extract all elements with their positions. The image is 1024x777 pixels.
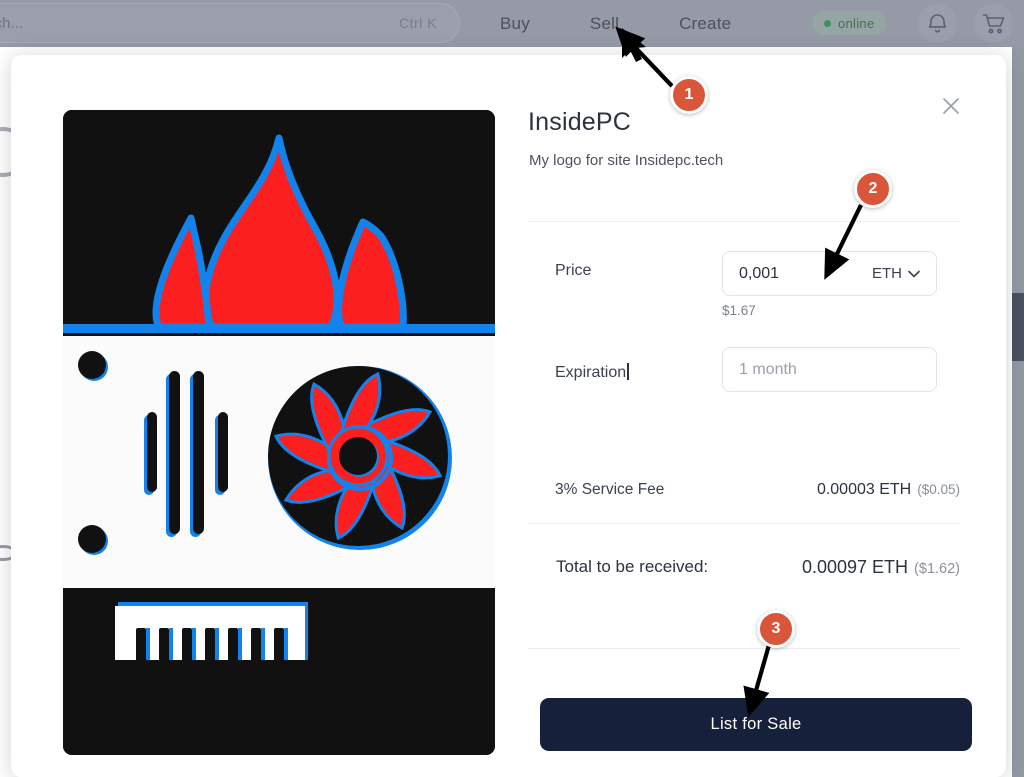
search-input[interactable]: Search... Ctrl K xyxy=(0,3,460,43)
total-values: 0.00097 ETH ($1.62) xyxy=(802,557,960,578)
page-title: InsidePC xyxy=(528,108,632,136)
status-dot-icon xyxy=(824,19,831,27)
listing-details-panel: InsidePC My logo for site Insidepc.tech … xyxy=(528,55,1006,777)
price-field[interactable]: 0,001 ETH xyxy=(722,251,937,296)
divider-top xyxy=(528,221,960,222)
annotation-marker-1: 1 xyxy=(670,76,708,114)
expiration-label-text: Expiration xyxy=(555,364,627,381)
page-scrollbar-thumb[interactable] xyxy=(1012,293,1024,361)
service-fee-amount: 0.00003 ETH xyxy=(816,481,912,498)
expiration-field[interactable]: 1 month xyxy=(722,347,937,392)
annotation-marker-3: 3 xyxy=(757,610,795,648)
divider-middle xyxy=(528,523,960,524)
status-badge-label: online xyxy=(838,15,875,31)
page-scrollbar-track[interactable] xyxy=(1012,47,1024,777)
currency-label: ETH xyxy=(872,265,902,282)
nav-sell[interactable]: Sell xyxy=(590,14,619,34)
service-fee-values: 0.00003 ETH ($0.05) xyxy=(817,481,960,499)
chevron-down-icon xyxy=(908,270,920,277)
divider-bottom xyxy=(528,648,960,649)
nav-buy[interactable]: Buy xyxy=(500,14,530,34)
expiration-label: Expiration xyxy=(555,363,629,382)
currency-selector[interactable]: ETH xyxy=(872,265,920,282)
total-label: Total to be received: xyxy=(556,557,709,576)
cart-icon[interactable] xyxy=(974,4,1013,43)
price-value: 0,001 xyxy=(739,264,780,282)
nft-subtitle: My logo for site Insidepc.tech xyxy=(529,152,724,169)
service-fee-usd: ($0.05) xyxy=(917,482,960,497)
page-root: Search... Ctrl K Buy Sell Create online xyxy=(0,0,1024,777)
service-fee-label: 3% Service Fee xyxy=(555,481,665,498)
total-usd: ($1.62) xyxy=(914,561,960,577)
text-caret xyxy=(627,363,629,380)
top-navigation-bar: Search... Ctrl K Buy Sell Create online xyxy=(0,0,1024,47)
listing-modal: InsidePC My logo for site Insidepc.tech … xyxy=(11,55,1006,777)
annotation-marker-2: 2 xyxy=(854,170,892,208)
nft-artwork xyxy=(63,110,495,755)
search-placeholder: Search... xyxy=(0,14,24,32)
price-label: Price xyxy=(555,262,592,279)
total-amount: 0.00097 ETH xyxy=(801,557,909,577)
search-shortcut-hint: Ctrl K xyxy=(399,15,437,31)
price-usd-note: $1.67 xyxy=(722,303,756,318)
nav-create[interactable]: Create xyxy=(679,14,731,34)
status-badge: online xyxy=(812,11,887,35)
list-for-sale-button[interactable]: List for Sale xyxy=(540,698,972,751)
artwork-graphics xyxy=(63,134,495,666)
nav-links: Buy Sell Create xyxy=(500,0,731,47)
bell-icon[interactable] xyxy=(918,4,957,43)
expiration-placeholder: 1 month xyxy=(739,360,797,378)
